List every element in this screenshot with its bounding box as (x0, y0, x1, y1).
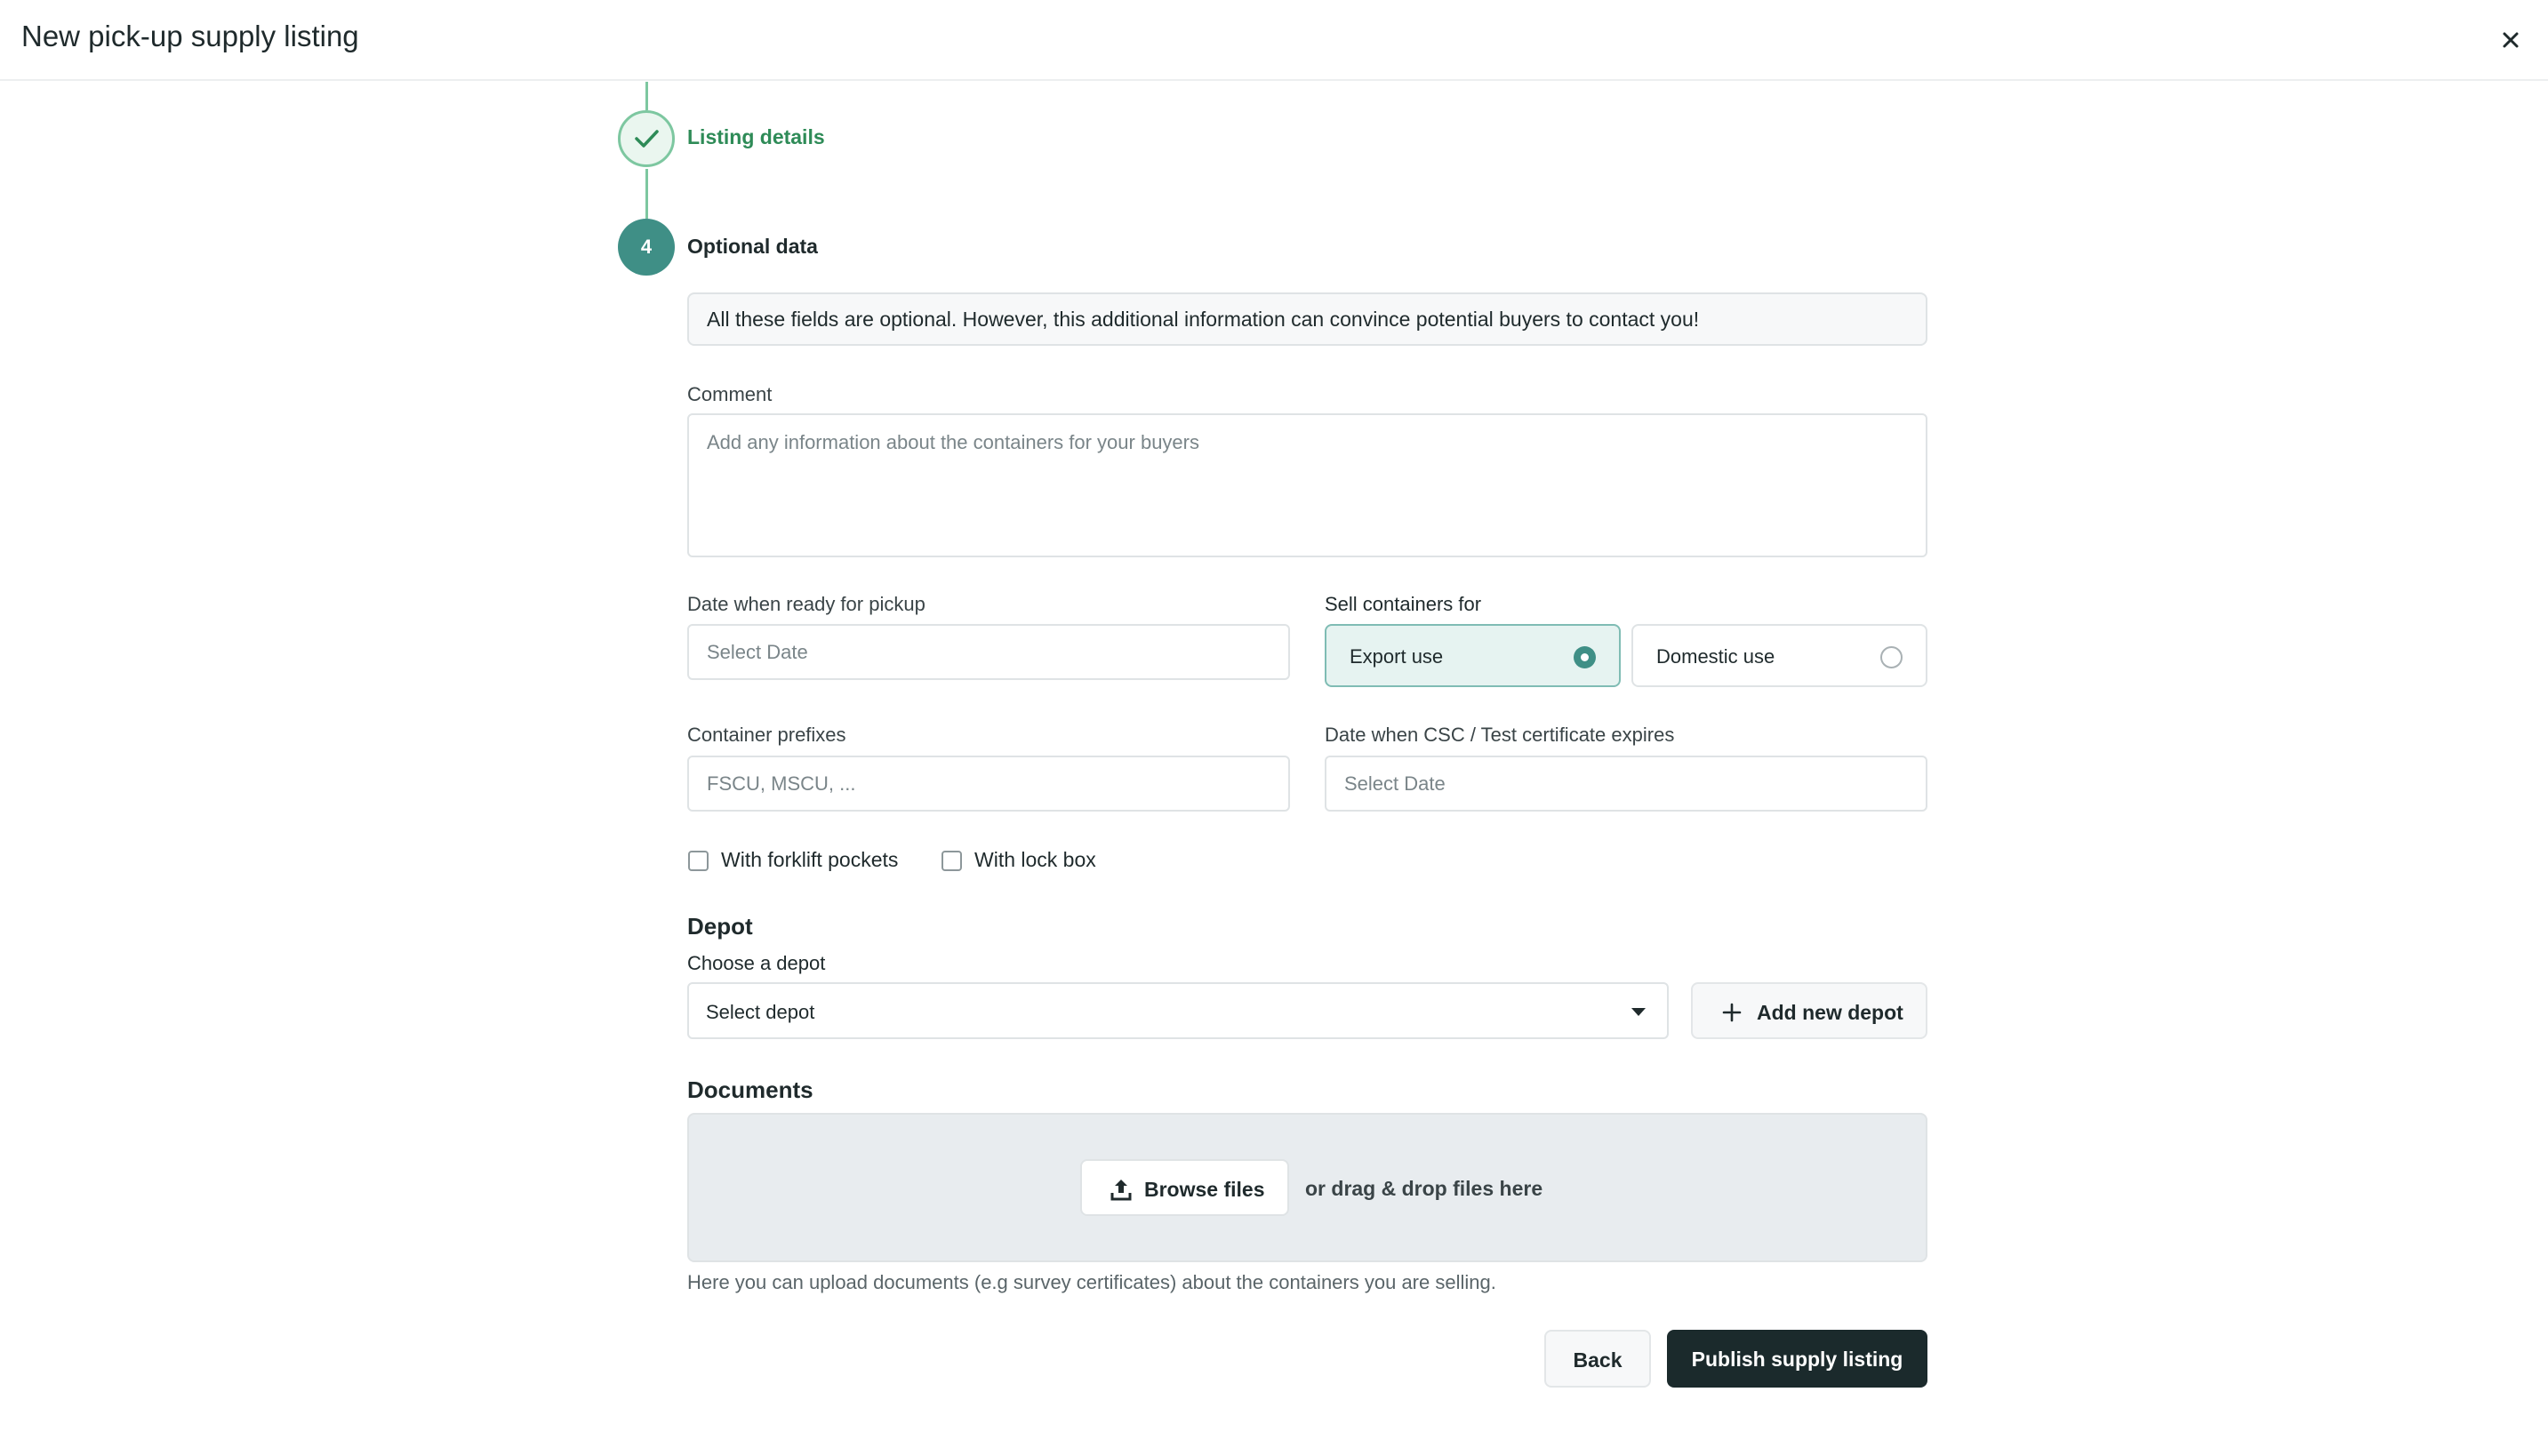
domestic-use-radio[interactable]: Domestic use (1631, 624, 1927, 687)
check-icon (635, 130, 659, 148)
back-button-label: Back (1573, 1348, 1623, 1372)
comment-textarea[interactable] (687, 413, 1927, 557)
modal-header: New pick-up supply listing (0, 0, 2548, 81)
depot-section-title: Depot (687, 913, 753, 940)
optional-info-banner: All these fields are optional. However, … (687, 292, 1927, 346)
sell-for-label: Sell containers for (1325, 593, 1482, 615)
documents-section-title: Documents (687, 1076, 813, 1103)
add-new-depot-label: Add new depot (1757, 1001, 1903, 1024)
comment-label: Comment (687, 383, 773, 405)
stepper-connector (645, 82, 648, 110)
step-optional-data-label: Optional data (687, 235, 818, 258)
stepper-connector (645, 169, 648, 219)
browse-files-button[interactable]: Browse files (1080, 1159, 1289, 1216)
close-icon[interactable] (2493, 22, 2528, 58)
back-button[interactable]: Back (1544, 1330, 1651, 1388)
prefixes-label: Container prefixes (687, 724, 846, 746)
browse-files-label: Browse files (1144, 1178, 1265, 1201)
documents-help-text: Here you can upload documents (e.g surve… (687, 1271, 1496, 1293)
csc-date-label: Date when CSC / Test certificate expires (1325, 724, 1675, 746)
modal-title: New pick-up supply listing (21, 20, 359, 52)
radio-selected-icon[interactable] (1574, 646, 1596, 668)
add-new-depot-button[interactable]: Add new depot (1691, 982, 1927, 1039)
close-button[interactable] (2493, 22, 2528, 58)
step-optional-data-indicator: 4 (618, 219, 675, 276)
plus-icon (1722, 1003, 1742, 1022)
lock-box-checkbox[interactable] (941, 851, 962, 871)
radio-unselected-icon[interactable] (1880, 646, 1903, 668)
upload-icon (1110, 1180, 1132, 1201)
chevron-down-icon[interactable] (1630, 1005, 1647, 1018)
publish-button-label: Publish supply listing (1691, 1348, 1903, 1371)
domestic-use-label: Domestic use (1656, 645, 1775, 668)
step-listing-details-indicator (618, 110, 675, 167)
choose-depot-label: Choose a depot (687, 952, 826, 974)
forklift-pockets-checkbox[interactable] (688, 851, 709, 871)
forklift-pockets-label[interactable]: With forklift pockets (721, 848, 898, 872)
export-use-radio[interactable]: Export use (1325, 624, 1621, 687)
ready-date-input[interactable] (687, 624, 1290, 680)
file-dropzone[interactable]: Browse files or drag & drop files here (687, 1113, 1927, 1262)
drag-drop-text: or drag & drop files here (1305, 1177, 1543, 1200)
csc-date-input[interactable] (1325, 756, 1927, 812)
depot-select[interactable]: Select depot (687, 982, 1669, 1039)
depot-select-value: Select depot (706, 1001, 815, 1023)
publish-supply-listing-button[interactable]: Publish supply listing (1667, 1330, 1927, 1388)
step-listing-details-label: Listing details (687, 125, 825, 148)
export-use-label: Export use (1350, 645, 1444, 668)
lock-box-label[interactable]: With lock box (974, 848, 1096, 872)
ready-date-label: Date when ready for pickup (687, 593, 925, 615)
container-prefixes-input[interactable] (687, 756, 1290, 812)
